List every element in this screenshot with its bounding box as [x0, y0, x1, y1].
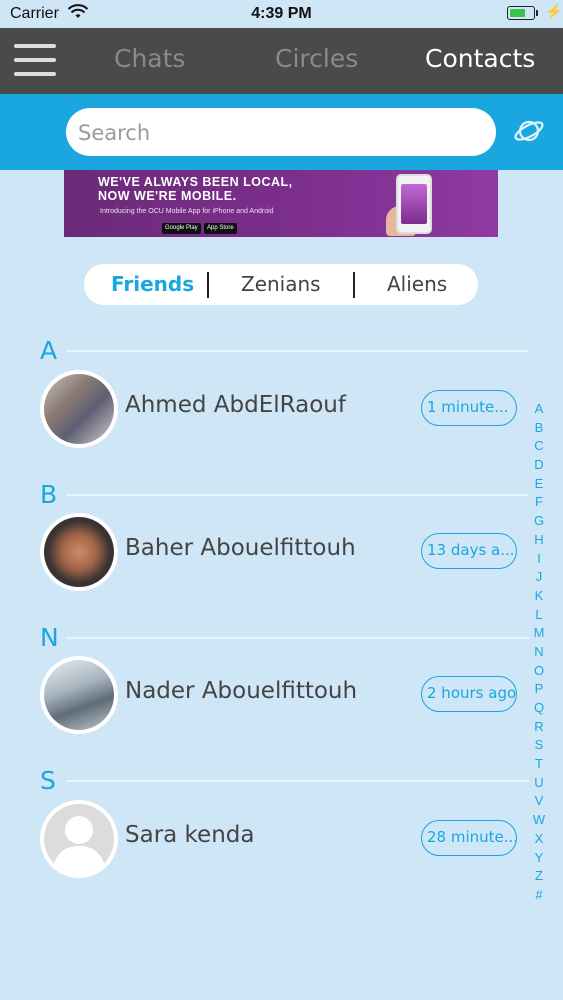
segment-divider: [353, 272, 355, 298]
search-box: [66, 108, 496, 156]
index-letter[interactable]: N: [530, 643, 548, 662]
planet-icon[interactable]: [512, 114, 546, 148]
segment-zenians[interactable]: Zenians: [241, 272, 321, 296]
section-header-letter: N: [40, 623, 59, 652]
section-divider: [66, 494, 529, 496]
last-seen-badge: 1 minute...: [421, 390, 517, 426]
default-user-icon: [52, 816, 106, 874]
alphabet-index-bar[interactable]: A B C D E F G H I J K L M N O P Q R S T U V W X Y Z #: [530, 400, 548, 905]
status-bar: Carrier 4:39 PM ⚡: [0, 0, 563, 28]
index-letter[interactable]: S: [530, 736, 548, 755]
index-letter[interactable]: J: [530, 568, 548, 587]
index-letter[interactable]: B: [530, 419, 548, 438]
battery-nub: [536, 10, 538, 16]
top-nav: Chats Circles Contacts: [0, 28, 563, 94]
avatar: [40, 513, 118, 591]
ad-headline-line1: WE'VE ALWAYS BEEN LOCAL,: [98, 175, 293, 189]
contact-name: Nader Abouelfittouh: [125, 678, 358, 704]
contact-filter-segment: Friends Zenians Aliens: [84, 264, 478, 305]
index-letter[interactable]: #: [530, 886, 548, 905]
index-letter[interactable]: W: [530, 811, 548, 830]
avatar: [40, 800, 118, 878]
charging-bolt-icon: ⚡: [545, 3, 563, 19]
ad-headline-line2: NOW WE'RE MOBILE.: [98, 189, 237, 203]
ad-phone-image: [396, 174, 432, 234]
avatar: [40, 656, 118, 734]
index-letter[interactable]: G: [530, 512, 548, 531]
index-letter[interactable]: A: [530, 400, 548, 419]
section-header-letter: A: [40, 336, 58, 365]
index-letter[interactable]: U: [530, 774, 548, 793]
section-header-letter: B: [40, 480, 58, 509]
tab-contacts[interactable]: Contacts: [425, 44, 535, 73]
index-letter[interactable]: Q: [530, 699, 548, 718]
section-divider: [66, 637, 529, 639]
last-seen-badge: 2 hours ago: [421, 676, 517, 712]
segment-divider: [207, 272, 209, 298]
index-letter[interactable]: F: [530, 493, 548, 512]
contact-name: Baher Abouelfittouh: [125, 535, 356, 561]
index-letter[interactable]: Y: [530, 849, 548, 868]
battery-level: [510, 9, 525, 17]
index-letter[interactable]: X: [530, 830, 548, 849]
search-input[interactable]: [76, 116, 480, 150]
section-header-letter: S: [40, 766, 56, 795]
index-letter[interactable]: D: [530, 456, 548, 475]
tab-circles[interactable]: Circles: [275, 44, 358, 73]
contact-name: Ahmed AbdElRaouf: [125, 392, 346, 418]
index-letter[interactable]: H: [530, 531, 548, 550]
last-seen-badge: 13 days a...: [421, 533, 517, 569]
index-letter[interactable]: O: [530, 662, 548, 681]
index-letter[interactable]: L: [530, 606, 548, 625]
contact-row[interactable]: Ahmed AbdElRaouf 1 minute...: [40, 370, 520, 450]
hamburger-menu-icon[interactable]: [14, 44, 56, 78]
index-letter[interactable]: P: [530, 680, 548, 699]
index-letter[interactable]: C: [530, 437, 548, 456]
ad-banner[interactable]: WE'VE ALWAYS BEEN LOCAL, NOW WE'RE MOBIL…: [64, 170, 498, 237]
index-letter[interactable]: E: [530, 475, 548, 494]
search-bar-area: [0, 94, 563, 170]
battery-icon: [507, 6, 535, 20]
google-play-badge: Google Play: [162, 223, 201, 234]
contact-row[interactable]: Sara kenda 28 minute...: [40, 800, 520, 880]
contact-row[interactable]: Nader Abouelfittouh 2 hours ago: [40, 656, 520, 736]
avatar: [40, 370, 118, 448]
section-divider: [66, 350, 529, 352]
index-letter[interactable]: T: [530, 755, 548, 774]
tab-chats[interactable]: Chats: [114, 44, 185, 73]
app-store-badge: App Store: [204, 223, 237, 234]
last-seen-badge: 28 minute...: [421, 820, 517, 856]
index-letter[interactable]: R: [530, 718, 548, 737]
contact-name: Sara kenda: [125, 822, 255, 848]
status-time: 4:39 PM: [251, 5, 312, 22]
ad-subtitle: Introducing the OCU Mobile App for iPhon…: [100, 208, 274, 215]
segment-aliens[interactable]: Aliens: [387, 272, 447, 296]
index-letter[interactable]: Z: [530, 867, 548, 886]
index-letter[interactable]: I: [530, 550, 548, 569]
segment-friends[interactable]: Friends: [111, 272, 194, 296]
index-letter[interactable]: K: [530, 587, 548, 606]
section-divider: [66, 780, 529, 782]
index-letter[interactable]: M: [530, 624, 548, 643]
contact-row[interactable]: Baher Abouelfittouh 13 days a...: [40, 513, 520, 593]
index-letter[interactable]: V: [530, 792, 548, 811]
